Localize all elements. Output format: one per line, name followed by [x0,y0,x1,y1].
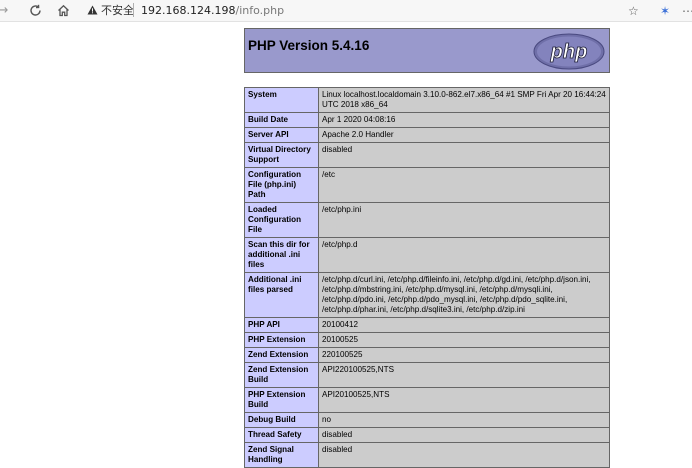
table-row: Zend Signal Handling disabled [244,442,610,468]
table-row: Additional .ini files parsed/etc/php.d/c… [244,272,610,318]
row-value: Apache 2.0 Handler [318,127,610,143]
row-value: /etc [318,167,610,203]
extension-icon[interactable]: ✶ [660,4,670,18]
row-value: 20100412 [318,317,610,333]
row-key: System [244,87,319,113]
row-value: disabled [318,427,610,443]
table-row: System Linux localhost.localdomain 3.10.0… [244,87,610,113]
phpinfo-page: PHP Version 5.4.16 php System Linux local… [244,28,610,468]
table-row: PHP Extension Build API20100525,NTS [244,387,610,413]
warning-icon[interactable] [87,5,98,15]
phpinfo-header: PHP Version 5.4.16 php [244,28,610,73]
row-key: PHP API [244,317,319,333]
row-key: PHP Extension Build [244,387,319,413]
row-key: Zend Signal Handling [244,442,319,468]
table-row: Virtual Directory Support disabled [244,142,610,168]
table-row: Debug Build no [244,412,610,428]
row-value: Linux localhost.localdomain 3.10.0-862.e… [318,87,610,113]
row-value: /etc/php.ini [318,202,610,238]
row-value: API20100525,NTS [318,387,610,413]
row-value: disabled [318,442,610,468]
table-row: Zend Extension 220100525 [244,347,610,363]
row-key: Zend Extension [244,347,319,363]
favorite-star-icon[interactable]: ☆ [628,4,639,18]
row-key: PHP Extension [244,332,319,348]
row-value: disabled [318,142,610,168]
row-value: API220100525,NTS [318,362,610,388]
row-value: Apr 1 2020 04:08:16 [318,112,610,128]
page-title: PHP Version 5.4.16 [248,38,370,53]
row-key: Loaded Configuration File [244,202,319,238]
table-row: Loaded Configuration File/etc/php.ini [244,202,610,238]
row-key: Scan this dir for additional .ini files [244,237,319,273]
more-icon[interactable]: ⋯ [682,4,692,18]
table-row: PHP API 20100412 [244,317,610,333]
url-path: /info.php [235,4,285,17]
table-row: Configuration File (php.ini) Path/etc [244,167,610,203]
reload-icon[interactable] [26,2,44,20]
phpinfo-table: System Linux localhost.localdomain 3.10.0… [244,87,610,468]
table-row: Server API Apache 2.0 Handler [244,127,610,143]
table-row: Build Date Apr 1 2020 04:08:16 [244,112,610,128]
row-value: 20100525 [318,332,610,348]
url-host: 192.168.124.198 [141,4,236,17]
row-key: Zend Extension Build [244,362,319,388]
row-key: Server API [244,127,319,143]
home-icon[interactable] [54,2,72,20]
table-row: Zend Extension Build API220100525,NTS [244,362,610,388]
table-row: PHP Extension 20100525 [244,332,610,348]
row-key: Build Date [244,112,319,128]
row-key: Debug Build [244,412,319,428]
php-logo-text: php [550,41,588,63]
address-bar[interactable]: 192.168.124.198/info.php [141,4,284,17]
row-value: 220100525 [318,347,610,363]
row-key: Configuration File (php.ini) Path [244,167,319,203]
row-value: /etc/php.d [318,237,610,273]
back-arrow-icon[interactable]: → [0,2,12,20]
row-key: Additional .ini files parsed [244,272,319,318]
row-key: Thread Safety [244,427,319,443]
table-row: Thread Safety disabled [244,427,610,443]
row-key: Virtual Directory Support [244,142,319,168]
security-status-label[interactable]: 不安全 [101,4,134,17]
table-row: Scan this dir for additional .ini files /… [244,237,610,273]
php-logo[interactable]: php [533,33,605,70]
row-value: no [318,412,610,428]
browser-toolbar: → 不安全 192.168.124.198/info.php ☆ ✶ ⋯ [0,0,692,22]
row-value: /etc/php.d/curl.ini, /etc/php.d/fileinfo… [318,272,610,318]
url-separator [133,3,134,17]
